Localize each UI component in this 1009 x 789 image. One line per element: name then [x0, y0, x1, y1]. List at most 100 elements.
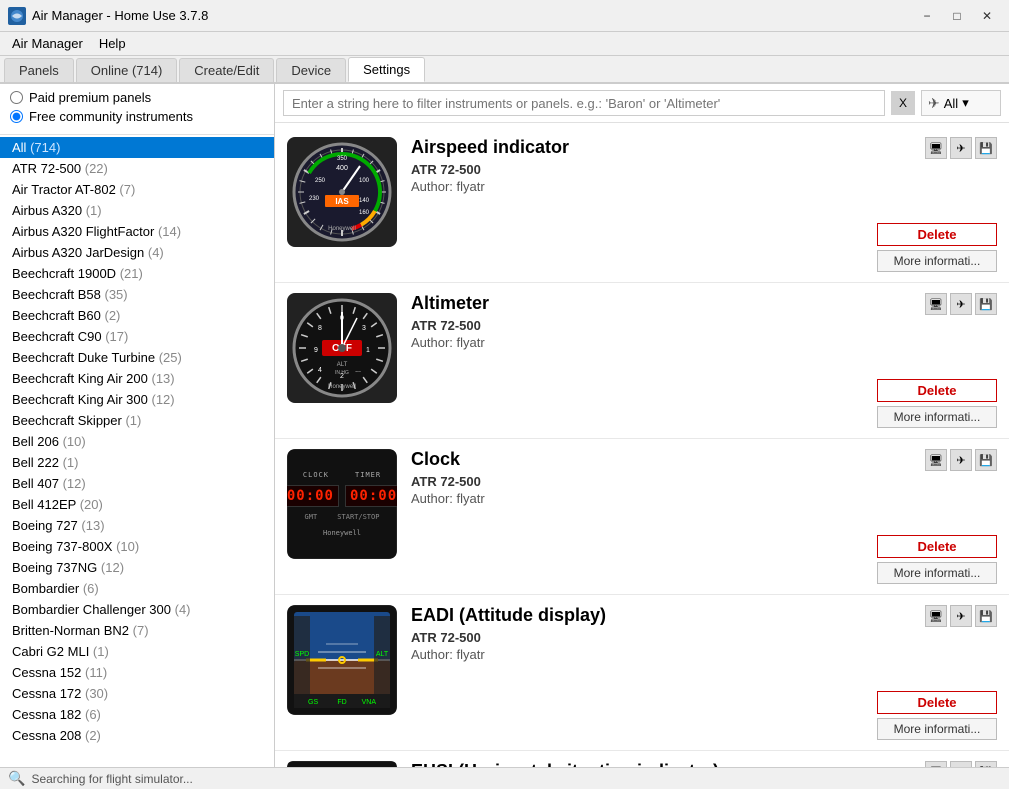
sidebar-count-15: (1)	[63, 455, 79, 470]
action-icons-altimeter: 🖥 ✈ 💾	[925, 293, 997, 315]
action-icons-eadi: 🖥 ✈ 💾	[925, 605, 997, 627]
menu-item-help[interactable]: Help	[91, 34, 134, 53]
sidebar-item-19[interactable]: Boeing 737-800X (10)	[0, 536, 274, 557]
action-icons-ehsi: 🖥 ✈ 💾	[925, 761, 997, 767]
option-free[interactable]: Free community instruments	[10, 109, 264, 124]
sidebar-count-18: (13)	[81, 518, 104, 533]
sidebar-item-6[interactable]: Beechcraft 1900D (21)	[0, 263, 274, 284]
svg-text:ALT: ALT	[376, 651, 389, 658]
save-icon-airspeed[interactable]: 💾	[975, 137, 997, 159]
sidebar-item-24[interactable]: Cabri G2 MLI (1)	[0, 641, 274, 662]
plane-icon-clock[interactable]: ✈	[950, 449, 972, 471]
sidebar-count-1: (22)	[85, 161, 108, 176]
sidebar-item-1[interactable]: ATR 72-500 (22)	[0, 158, 274, 179]
sidebar-item-4[interactable]: Airbus A320 FlightFactor (14)	[0, 221, 274, 242]
tab-panels[interactable]: Panels	[4, 58, 74, 82]
sidebar-count-8: (2)	[105, 308, 121, 323]
svg-text:250: 250	[315, 178, 326, 184]
sidebar-item-11[interactable]: Beechcraft King Air 200 (13)	[0, 368, 274, 389]
monitor-icon-eadi[interactable]: 🖥	[925, 605, 947, 627]
delete-button-altimeter[interactable]: Delete	[877, 379, 997, 402]
tab-settings[interactable]: Settings	[348, 57, 425, 82]
sidebar-count-20: (12)	[101, 560, 124, 575]
instrument-actions-eadi: 🖥 ✈ 💾 Delete More informati...	[857, 605, 997, 740]
maximize-button[interactable]: □	[943, 6, 971, 26]
sidebar-item-5[interactable]: Airbus A320 JarDesign (4)	[0, 242, 274, 263]
more-info-button-airspeed[interactable]: More informati...	[877, 250, 997, 272]
delete-button-airspeed[interactable]: Delete	[877, 223, 997, 246]
sidebar-count-11: (13)	[151, 371, 174, 386]
more-info-button-altimeter[interactable]: More informati...	[877, 406, 997, 428]
thumbnail-ehsi: N E S W	[287, 761, 397, 767]
tab-device[interactable]: Device	[276, 58, 346, 82]
tab-create-edit[interactable]: Create/Edit	[179, 58, 274, 82]
sidebar-item-21[interactable]: Bombardier (6)	[0, 578, 274, 599]
sidebar-item-22[interactable]: Bombardier Challenger 300 (4)	[0, 599, 274, 620]
sidebar-count-23: (7)	[133, 623, 149, 638]
monitor-icon-ehsi[interactable]: 🖥	[925, 761, 947, 767]
sidebar-item-18[interactable]: Boeing 727 (13)	[0, 515, 274, 536]
delete-button-clock[interactable]: Delete	[877, 535, 997, 558]
plane-icon-altimeter[interactable]: ✈	[950, 293, 972, 315]
close-button[interactable]: ✕	[973, 6, 1001, 26]
sidebar-item-0[interactable]: All (714)	[0, 137, 274, 158]
instrument-actions-ehsi: 🖥 ✈ 💾	[857, 761, 997, 767]
sidebar-count-7: (35)	[105, 287, 128, 302]
sidebar-count-10: (25)	[159, 350, 182, 365]
svg-text:GS: GS	[308, 699, 318, 706]
svg-text:160: 160	[359, 210, 370, 216]
menu-item-air-manager[interactable]: Air Manager	[4, 34, 91, 53]
sidebar-item-26[interactable]: Cessna 172 (30)	[0, 683, 274, 704]
sidebar-item-12[interactable]: Beechcraft King Air 300 (12)	[0, 389, 274, 410]
action-icons-clock: 🖥 ✈ 💾	[925, 449, 997, 471]
sidebar-item-23[interactable]: Britten-Norman BN2 (7)	[0, 620, 274, 641]
delete-button-eadi[interactable]: Delete	[877, 691, 997, 714]
search-input[interactable]	[283, 90, 885, 116]
tab-online[interactable]: Online (714)	[76, 58, 178, 82]
more-info-button-eadi[interactable]: More informati...	[877, 718, 997, 740]
plane-icon-eadi[interactable]: ✈	[950, 605, 972, 627]
save-icon-ehsi[interactable]: 💾	[975, 761, 997, 767]
sidebar-item-17[interactable]: Bell 412EP (20)	[0, 494, 274, 515]
sidebar-item-15[interactable]: Bell 222 (1)	[0, 452, 274, 473]
sidebar-count-24: (1)	[93, 644, 109, 659]
save-icon-eadi[interactable]: 💾	[975, 605, 997, 627]
sidebar-item-3[interactable]: Airbus A320 (1)	[0, 200, 274, 221]
save-icon-clock[interactable]: 💾	[975, 449, 997, 471]
thumbnail-eadi: SPD ALT GS FD VNA	[287, 605, 397, 715]
svg-text:400: 400	[336, 165, 348, 172]
titlebar-controls: − □ ✕	[913, 6, 1001, 26]
action-icons-airspeed: 🖥 ✈ 💾	[925, 137, 997, 159]
instrument-author-altimeter: Author: flyatr	[411, 335, 843, 350]
monitor-icon-altimeter[interactable]: 🖥	[925, 293, 947, 315]
plane-icon-airspeed[interactable]: ✈	[950, 137, 972, 159]
monitor-icon-airspeed[interactable]: 🖥	[925, 137, 947, 159]
sidebar-count-19: (10)	[116, 539, 139, 554]
radio-free[interactable]	[10, 110, 23, 123]
filter-dropdown[interactable]: ✈ All ▾	[921, 90, 1001, 116]
search-clear-button[interactable]: X	[891, 91, 915, 115]
sidebar-item-13[interactable]: Beechcraft Skipper (1)	[0, 410, 274, 431]
monitor-icon-clock[interactable]: 🖥	[925, 449, 947, 471]
plane-icon-ehsi[interactable]: ✈	[950, 761, 972, 767]
sidebar-item-27[interactable]: Cessna 182 (6)	[0, 704, 274, 725]
instrument-author-clock: Author: flyatr	[411, 491, 843, 506]
instrument-aircraft-eadi: ATR 72-500	[411, 630, 843, 645]
sidebar-item-14[interactable]: Bell 206 (10)	[0, 431, 274, 452]
radio-paid[interactable]	[10, 91, 23, 104]
more-info-button-clock[interactable]: More informati...	[877, 562, 997, 584]
sidebar: Paid premium panels Free community instr…	[0, 84, 275, 767]
sidebar-item-2[interactable]: Air Tractor AT-802 (7)	[0, 179, 274, 200]
sidebar-item-9[interactable]: Beechcraft C90 (17)	[0, 326, 274, 347]
sidebar-item-7[interactable]: Beechcraft B58 (35)	[0, 284, 274, 305]
instrument-info-clock: Clock ATR 72-500 Author: flyatr	[411, 449, 843, 506]
sidebar-item-16[interactable]: Bell 407 (12)	[0, 473, 274, 494]
sidebar-item-20[interactable]: Boeing 737NG (12)	[0, 557, 274, 578]
sidebar-item-10[interactable]: Beechcraft Duke Turbine (25)	[0, 347, 274, 368]
option-paid[interactable]: Paid premium panels	[10, 90, 264, 105]
sidebar-item-8[interactable]: Beechcraft B60 (2)	[0, 305, 274, 326]
sidebar-item-25[interactable]: Cessna 152 (11)	[0, 662, 274, 683]
sidebar-item-28[interactable]: Cessna 208 (2)	[0, 725, 274, 746]
save-icon-altimeter[interactable]: 💾	[975, 293, 997, 315]
minimize-button[interactable]: −	[913, 6, 941, 26]
